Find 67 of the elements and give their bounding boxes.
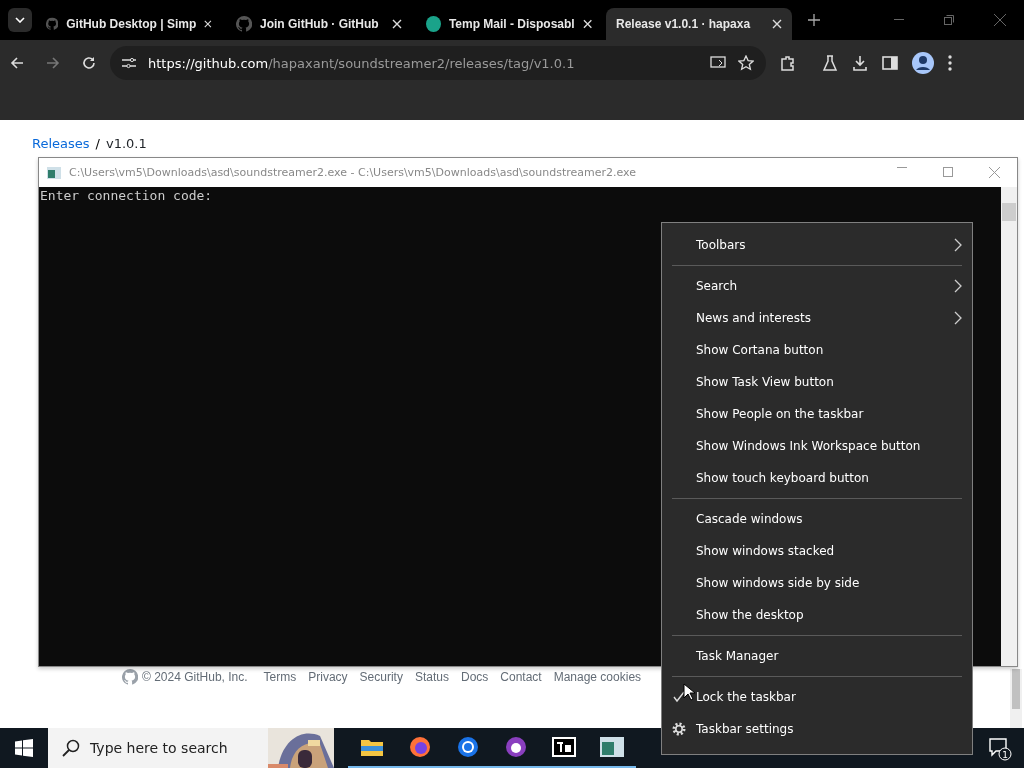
footer-link[interactable]: Manage cookies [553, 670, 642, 684]
minimize-icon[interactable] [897, 167, 907, 169]
download-icon[interactable] [852, 55, 868, 71]
footer-link[interactable]: Contact [500, 670, 542, 684]
github-icon [46, 16, 59, 32]
windows-start-icon[interactable] [15, 739, 33, 757]
footer-link[interactable]: Privacy [308, 670, 348, 684]
window-title: C:\Users\vm5\Downloads\asd\soundstreamer2.exe - C:\Users\vm5\Downloads\asd\soundstreamer2.exe [69, 166, 637, 179]
search-icon [62, 739, 80, 757]
site-settings-icon[interactable] [122, 57, 136, 69]
menu-item[interactable]: Show Cortana button [662, 334, 972, 366]
side-panel-icon[interactable] [882, 56, 898, 70]
breadcrumb-current: v1.0.1 [105, 136, 147, 151]
menu-item[interactable]: News and interests [662, 302, 972, 334]
install-app-icon[interactable] [710, 56, 726, 70]
copyright-text: © 2024 GitHub, Inc. [142, 670, 248, 684]
github-icon [122, 669, 138, 685]
address-bar[interactable]: https://github.com/hapaxant/soundstreamer2/releases/tag/v1.0.1 [110, 46, 766, 80]
console-app-icon [47, 166, 61, 179]
menu-item[interactable]: Show Windows Ink Workspace button [662, 430, 972, 462]
chevron-right-icon [954, 311, 962, 325]
menu-item[interactable]: Cascade windows [662, 503, 972, 535]
github-icon [236, 16, 252, 32]
restore-icon[interactable] [944, 15, 954, 25]
search-placeholder: Type here to search [90, 740, 228, 756]
minimize-icon[interactable] [894, 19, 904, 21]
menu-item[interactable]: Show windows side by side [662, 567, 972, 599]
forward-icon[interactable] [46, 56, 60, 70]
menu-item[interactable]: Show People on the taskbar [662, 398, 972, 430]
back-icon[interactable] [10, 56, 24, 70]
footer-link[interactable]: Docs [460, 670, 489, 684]
profile-icon[interactable] [912, 52, 934, 74]
menu-item[interactable]: Taskbar settings [662, 713, 972, 745]
browser-tab[interactable]: GitHub Desktop | Simp [36, 8, 222, 40]
url-text: https://github.com/hapaxant/soundstreamer2/releases/tag/v1.0.1 [148, 55, 575, 71]
menu-item[interactable]: Show Task View button [662, 366, 972, 398]
browser-tab[interactable]: Temp Mail - Disposabl [416, 8, 602, 40]
page-scrollbar[interactable] [1010, 669, 1022, 728]
menu-item[interactable]: Show windows stacked [662, 535, 972, 567]
menu-item[interactable]: Show the desktop [662, 599, 972, 631]
maximize-icon[interactable] [943, 167, 953, 177]
taskbar-search-box[interactable]: Type here to search [48, 728, 334, 768]
flask-icon[interactable] [822, 55, 838, 71]
footer-link[interactable]: Status [414, 670, 449, 684]
footer-link[interactable]: Terms [263, 670, 297, 684]
menu-item[interactable]: Search [662, 270, 972, 302]
bookmark-star-icon[interactable] [738, 55, 754, 71]
menu-item[interactable]: Show touch keyboard button [662, 462, 972, 494]
breadcrumb-link[interactable]: Releases [32, 136, 90, 151]
mouse-cursor-icon [683, 683, 695, 701]
new-tab-icon[interactable] [808, 14, 820, 26]
menu-icon[interactable] [948, 55, 952, 71]
menu-item[interactable]: Task Manager [662, 640, 972, 672]
chevron-right-icon [954, 238, 962, 252]
chevron-down-icon [15, 17, 25, 23]
browser-tab[interactable]: Release v1.0.1 · hapaxa [606, 8, 792, 40]
reload-icon[interactable] [82, 56, 96, 70]
browser-tab[interactable]: Join GitHub · GitHub [226, 8, 412, 40]
settings-icon [672, 722, 686, 736]
extensions-icon[interactable] [780, 55, 796, 71]
tab-list-button[interactable] [8, 8, 32, 32]
chevron-right-icon [954, 279, 962, 293]
console-scrollbar[interactable] [1001, 187, 1017, 666]
menu-item[interactable]: Toolbars [662, 229, 972, 261]
breadcrumb-separator: / [95, 136, 100, 151]
console-output: Enter connection code: [40, 188, 213, 203]
footer-link[interactable]: Security [359, 670, 403, 684]
